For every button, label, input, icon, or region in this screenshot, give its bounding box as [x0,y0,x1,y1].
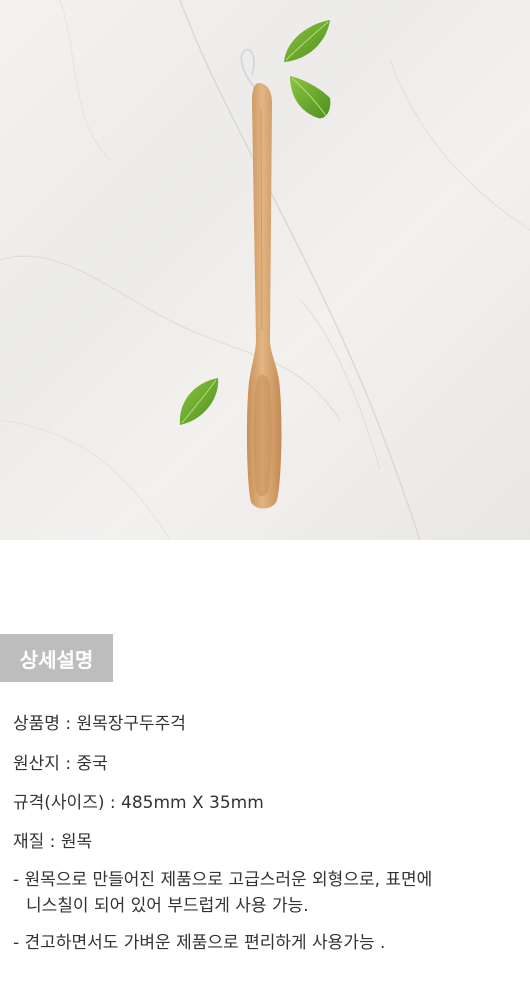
shoehorn-image [246,83,282,509]
note-2: - 견고하면서도 가벼운 제품으로 편리하게 사용가능 . [13,933,386,953]
note-1-line-1: - 원목으로 만들어진 제품으로 고급스러운 외형으로, 표면에 [13,870,433,890]
material-text: 재질 : 원목 [13,832,93,852]
section-badge: 상세설명 [0,634,113,682]
origin-text: 원산지 : 중국 [13,754,108,774]
product-name-text: 상품명 : 원목장구두주걱 [13,714,186,734]
shoehorn-illustration [0,0,530,540]
size-text: 규격(사이즈) : 485mm X 35mm [13,793,264,813]
note-1-line-2: 니스칠이 되어 있어 부드럽게 사용 가능. [26,896,309,916]
product-photo [0,0,530,540]
